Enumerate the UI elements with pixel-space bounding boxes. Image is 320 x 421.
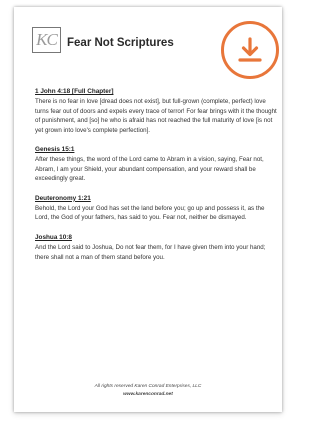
scripture-item: Deuteronomy 1:21 Behold, the Lord your G… xyxy=(35,194,279,223)
scripture-reference[interactable]: Joshua 10:8 xyxy=(35,233,279,242)
scripture-text: And the Lord said to Joshua, Do not fear… xyxy=(35,244,266,261)
scripture-text: After these things, the word of the Lord… xyxy=(35,156,264,183)
scripture-list: 1 John 4:18 [Full Chapter] There is no f… xyxy=(35,87,279,272)
rights-text: All rights reserved Karen Conrad Enterpr… xyxy=(94,384,202,389)
download-button[interactable] xyxy=(221,21,279,79)
document-header: KC Fear Not Scriptures xyxy=(32,27,174,53)
scripture-text: There is no fear in love [dread does not… xyxy=(35,98,277,134)
kc-logo: KC xyxy=(32,27,61,53)
scripture-reference[interactable]: 1 John 4:18 [Full Chapter] xyxy=(35,87,279,96)
document-title: Fear Not Scriptures xyxy=(67,37,174,49)
scripture-reference[interactable]: Deuteronomy 1:21 xyxy=(35,194,279,203)
scripture-item: Joshua 10:8 And the Lord said to Joshua,… xyxy=(35,233,279,262)
scripture-item: Genesis 15:1 After these things, the wor… xyxy=(35,145,279,184)
document-footer: All rights reserved Karen Conrad Enterpr… xyxy=(14,383,282,399)
scripture-reference[interactable]: Genesis 15:1 xyxy=(35,145,279,154)
scripture-item: 1 John 4:18 [Full Chapter] There is no f… xyxy=(35,87,279,135)
download-icon xyxy=(238,37,262,62)
website-url[interactable]: www.karenconrad.net xyxy=(14,391,282,399)
scripture-text: Behold, the Lord your God has set the la… xyxy=(35,205,265,222)
